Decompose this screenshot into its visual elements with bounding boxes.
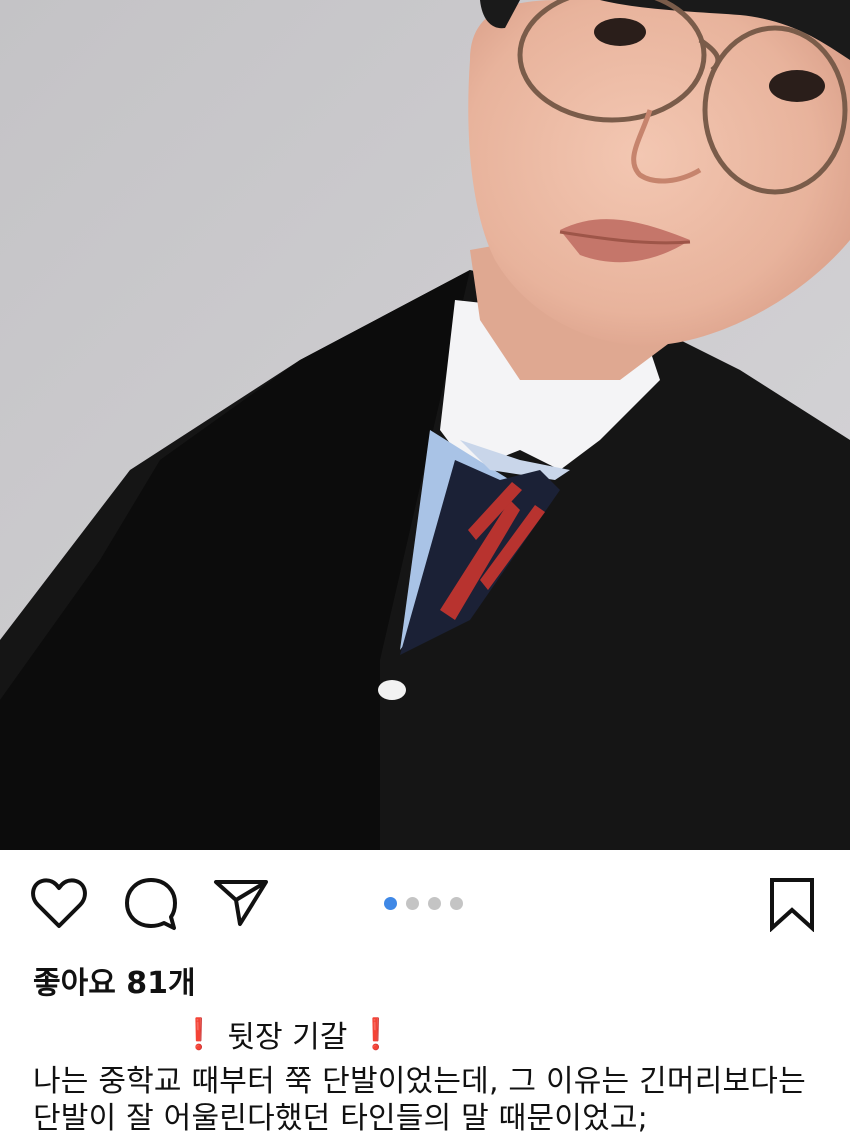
caption-line: 단발이 잘 어울린다했던 타인들의 말 때문이었고; [33, 1101, 648, 1136]
bookmark-icon[interactable] [766, 876, 818, 932]
heart-icon[interactable] [30, 876, 88, 930]
likes-count[interactable]: 좋아요 81개 [33, 958, 196, 1002]
post-photo[interactable] [0, 0, 850, 850]
selfie-illustration [0, 0, 850, 850]
caption-title-row: ❗ 뒷장 기갈 ❗ [180, 1012, 395, 1056]
carousel-indicator [384, 897, 463, 911]
carousel-dot [406, 897, 419, 910]
carousel-dot [450, 897, 463, 910]
send-icon[interactable] [212, 876, 270, 928]
carousel-dot [428, 897, 441, 910]
caption-title: 뒷장 기갈 [227, 1020, 348, 1055]
exclamation-icon: ❗ [357, 1016, 395, 1052]
comment-icon[interactable] [122, 876, 180, 932]
exclamation-icon: ❗ [180, 1016, 218, 1052]
carousel-dot-active [384, 897, 397, 910]
